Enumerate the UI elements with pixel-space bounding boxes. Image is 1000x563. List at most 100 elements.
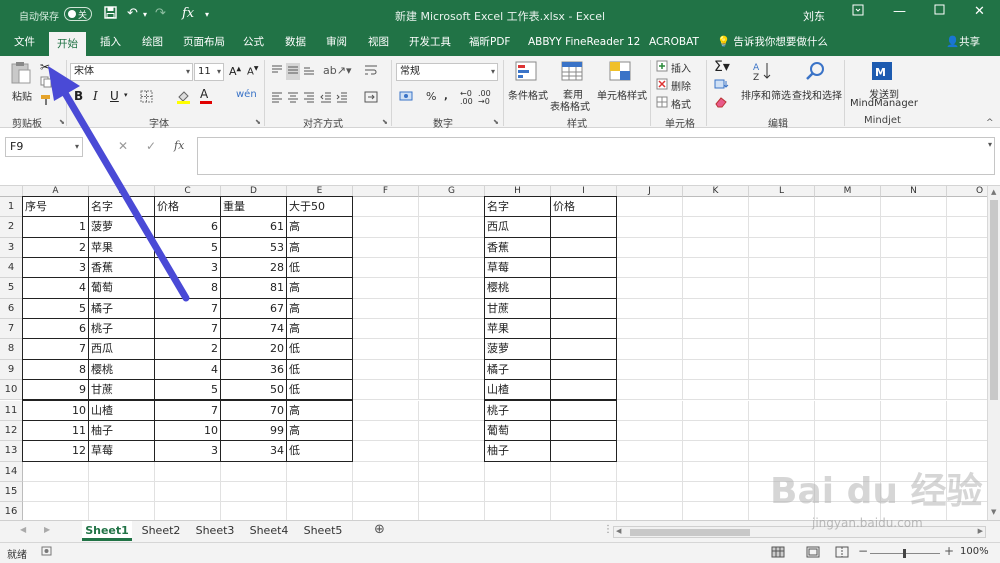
table-cell[interactable]: 低 [286, 338, 353, 360]
table-cell[interactable]: 7 [154, 297, 221, 320]
conditional-format-icon[interactable] [515, 61, 539, 86]
tab-file[interactable]: 文件 [10, 30, 39, 56]
copy-icon[interactable] [40, 76, 52, 91]
table-header-cell[interactable]: 名字 [484, 196, 551, 218]
cell[interactable] [815, 339, 881, 360]
cell[interactable] [683, 258, 749, 279]
table-cell[interactable]: 苹果 [88, 236, 155, 259]
row-header[interactable]: 11 [0, 400, 23, 421]
paste-label[interactable]: 粘贴 [12, 88, 32, 103]
next-sheet-icon[interactable]: ▶ [44, 525, 50, 534]
cell[interactable] [551, 481, 617, 503]
cell[interactable] [683, 359, 749, 381]
horizontal-scroll-thumb[interactable] [630, 529, 750, 536]
table-cell[interactable]: 12 [22, 440, 89, 462]
italic-icon[interactable]: I [93, 89, 98, 103]
table-cell[interactable]: 樱桃 [484, 277, 551, 299]
select-all-corner[interactable] [0, 186, 23, 197]
increase-font-icon[interactable]: A▲ [229, 65, 241, 78]
merge-center-icon[interactable] [364, 91, 380, 106]
cell[interactable] [815, 197, 881, 218]
add-sheet-icon[interactable]: ⊕ [374, 522, 385, 537]
delete-cells-icon[interactable] [656, 78, 669, 93]
cell[interactable] [815, 237, 881, 259]
row-header[interactable]: 10 [0, 380, 23, 401]
expand-formula-icon[interactable]: ▾ [988, 140, 992, 149]
paste-icon[interactable] [10, 61, 32, 88]
format-painter-icon[interactable] [40, 94, 52, 109]
cell[interactable] [881, 441, 947, 462]
cell[interactable] [155, 502, 221, 520]
column-header[interactable]: M [815, 186, 881, 197]
cell[interactable] [881, 400, 947, 421]
cell[interactable] [881, 217, 947, 238]
cell[interactable] [683, 217, 749, 238]
cell[interactable] [749, 339, 815, 360]
cell[interactable] [749, 380, 815, 401]
tab-formulas[interactable]: 公式 [239, 30, 268, 56]
increase-decimal-icon[interactable]: ←0.00 [460, 90, 473, 106]
table-cell[interactable]: 2 [154, 338, 221, 360]
cell[interactable] [617, 441, 683, 462]
cell[interactable] [947, 360, 987, 381]
zoom-slider[interactable] [870, 549, 940, 558]
cell[interactable] [947, 299, 987, 320]
table-cell[interactable] [550, 399, 617, 421]
insert-cells-icon[interactable] [656, 60, 669, 75]
column-header[interactable]: F [353, 186, 419, 197]
phonetic-icon[interactable]: wén [236, 89, 257, 100]
row-header[interactable]: 6 [0, 298, 23, 320]
table-cell[interactable]: 6 [22, 318, 89, 340]
table-cell[interactable]: 低 [286, 440, 353, 462]
row-header[interactable]: 15 [0, 481, 23, 503]
cell[interactable] [815, 258, 881, 279]
tab-review[interactable]: 审阅 [322, 30, 351, 56]
table-cell[interactable]: 葡萄 [484, 419, 551, 442]
table-cell[interactable]: 81 [220, 277, 287, 299]
cell[interactable] [89, 481, 155, 503]
cell[interactable] [419, 502, 485, 520]
cell[interactable] [617, 197, 683, 218]
cell-styles-icon[interactable] [609, 61, 633, 86]
cell[interactable] [881, 298, 947, 320]
cell[interactable] [683, 380, 749, 401]
font-size-select[interactable]: 11 ▾ [194, 63, 224, 81]
cell[interactable] [353, 298, 419, 320]
cell[interactable] [683, 278, 749, 299]
table-cell[interactable]: 香蕉 [88, 257, 155, 279]
cell[interactable] [353, 319, 419, 340]
cell[interactable] [749, 278, 815, 299]
tab-data[interactable]: 数据 [281, 30, 310, 56]
cell[interactable] [947, 441, 987, 462]
autosum-icon[interactable]: Σ▾ [714, 59, 730, 75]
cell[interactable] [353, 217, 419, 238]
cell[interactable] [749, 319, 815, 340]
cell[interactable] [947, 401, 987, 421]
row-header[interactable]: 4 [0, 258, 23, 279]
sheet-tab-2[interactable]: Sheet2 [136, 521, 186, 541]
column-header[interactable]: N [881, 186, 947, 197]
table-cell[interactable]: 20 [220, 338, 287, 360]
table-cell[interactable]: 甘蔗 [484, 297, 551, 320]
cell[interactable] [419, 400, 485, 421]
table-cell[interactable] [550, 297, 617, 320]
table-cell[interactable]: 高 [286, 236, 353, 259]
table-cell[interactable] [550, 318, 617, 340]
sheet-tab-4[interactable]: Sheet4 [244, 521, 294, 541]
cell[interactable] [419, 319, 485, 340]
table-cell[interactable]: 高 [286, 297, 353, 320]
row-header[interactable]: 1 [0, 197, 23, 218]
format-cells-icon[interactable] [656, 96, 669, 111]
scroll-right-icon[interactable]: ▶ [978, 527, 983, 535]
cell[interactable] [881, 380, 947, 401]
table-cell[interactable]: 桃子 [484, 399, 551, 421]
column-header[interactable]: G [419, 186, 485, 197]
cell[interactable] [617, 339, 683, 360]
cell[interactable] [881, 339, 947, 360]
cell[interactable] [815, 380, 881, 401]
cell[interactable] [353, 461, 419, 482]
cell[interactable] [881, 258, 947, 279]
cell[interactable] [947, 421, 987, 442]
table-cell[interactable] [550, 257, 617, 279]
tab-abbyy[interactable]: ABBYY FineReader 12 [524, 30, 644, 56]
